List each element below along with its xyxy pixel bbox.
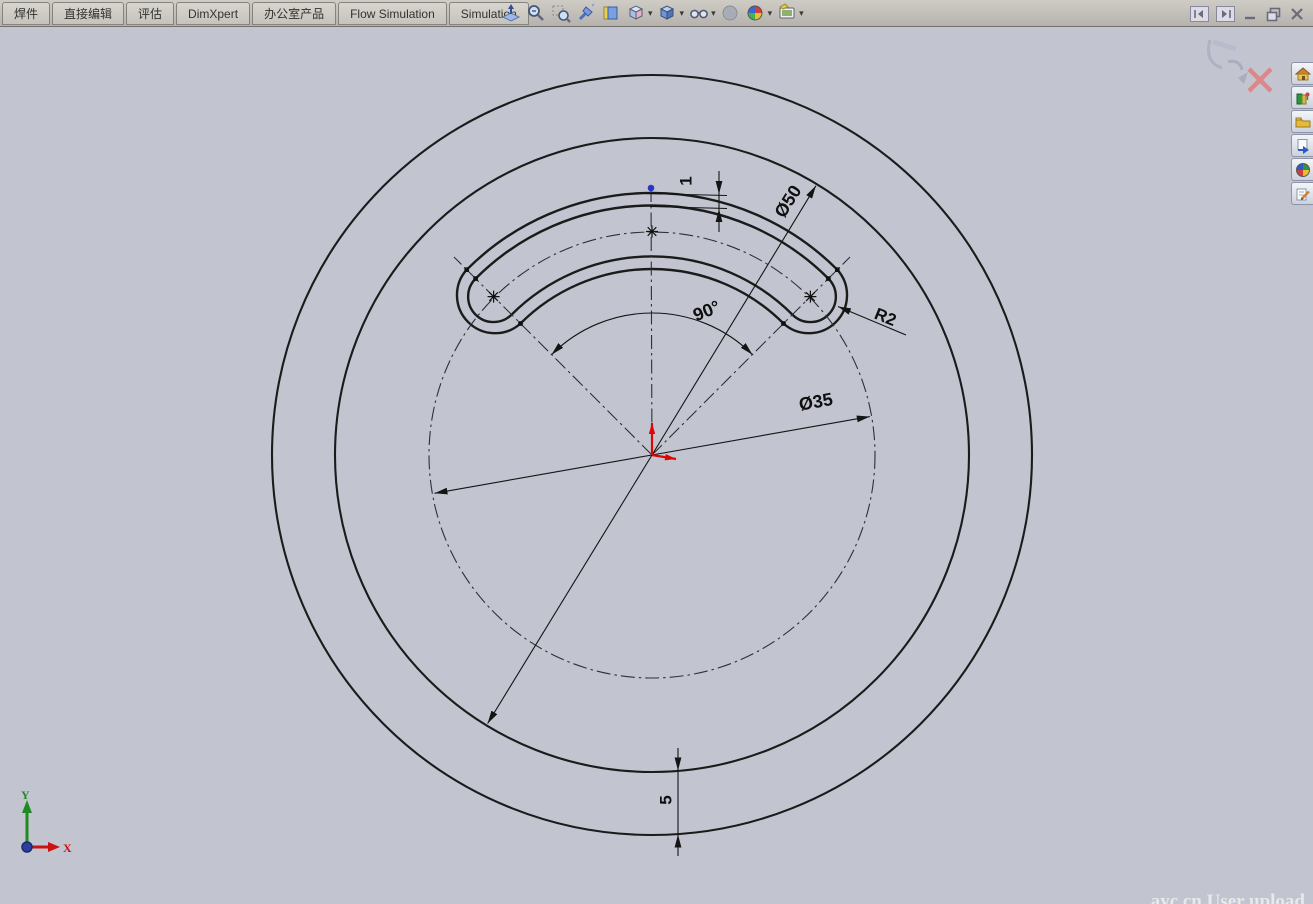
design-library-tab[interactable] [1291,86,1313,109]
dim-pitch-diameter[interactable]: Ø35 [797,389,834,415]
confirmation-corner [1209,40,1272,91]
dim-wall-offset[interactable]: 1 [676,176,695,185]
dim-slot-angle[interactable]: 90° [690,296,723,325]
hide-show-items-dropdown[interactable]: ▾ [711,9,716,18]
section-view-icon[interactable] [600,3,621,24]
zoom-to-area-icon[interactable] [550,3,571,24]
hide-show-items-icon[interactable] [688,3,709,24]
minimize-button[interactable] [1242,6,1258,22]
graphics-area[interactable]: 1 Ø50 Ø35 90° R2 5 [0,27,1313,904]
command-tabs: 焊件 直接编辑 评估 DimXpert 办公室产品 Flow Simulatio… [2,2,529,25]
edit-appearance-icon[interactable] [745,3,766,24]
slot-inner-profile[interactable] [468,206,836,323]
appearances-tab[interactable] [1291,158,1313,181]
triad-y-label: Y [21,788,30,802]
sketch-point-blue[interactable] [648,185,655,192]
appearances-sphere-icon [1295,162,1311,178]
custom-properties-tab[interactable] [1291,182,1313,205]
display-style-dropdown[interactable]: ▾ [680,9,685,18]
home-icon [1295,66,1311,82]
dim-ring-width[interactable]: 5 [656,795,675,804]
dim-inner-diameter[interactable]: Ø50 [770,182,805,221]
triad-z-axis-dot [22,842,32,852]
close-button[interactable] [1289,6,1305,22]
tab-direct-editing[interactable]: 直接编辑 [52,2,124,25]
dim-slot-end-radius[interactable]: R2 [872,304,899,330]
left-45-centerline[interactable] [454,257,652,455]
folder-icon [1295,114,1311,130]
reference-triad: Y X [21,788,72,855]
display-style-icon[interactable] [657,3,678,24]
solidworks-resources-tab[interactable] [1291,62,1313,85]
view-palette-icon [1295,138,1311,154]
toggle-left-pane-button[interactable] [1190,6,1209,22]
tab-office-products[interactable]: 办公室产品 [252,2,336,25]
triad-x-label: X [63,841,72,855]
view-orientation-dropdown[interactable]: ▾ [648,9,653,18]
tab-dimxpert[interactable]: DimXpert [176,2,250,25]
view-orientation-icon[interactable] [625,3,646,24]
tab-flow-simulation[interactable]: Flow Simulation [338,2,447,25]
confirm-sketch-icon[interactable] [1209,40,1249,84]
edit-appearance-dropdown[interactable]: ▾ [768,9,773,18]
tab-weldments[interactable]: 焊件 [2,2,50,25]
confirm-cancel-icon[interactable] [1249,69,1271,91]
task-pane-tabs [1291,62,1313,205]
heads-up-view-toolbar: ▾ ▾ ▾ ▾ [500,0,804,26]
tab-evaluate[interactable]: 评估 [126,2,174,25]
command-manager-bar: 焊件 直接编辑 评估 DimXpert 办公室产品 Flow Simulatio… [0,0,1313,27]
dimension-lines [435,171,907,856]
view-palette-tab[interactable] [1291,134,1313,157]
apply-scene-dropdown[interactable]: ▾ [799,9,804,18]
design-library-icon [1295,90,1311,106]
zoom-to-fit-icon[interactable] [500,3,521,24]
sketch-drawing: 1 Ø50 Ø35 90° R2 5 [0,27,1313,904]
sketch-origin[interactable] [652,423,676,459]
file-explorer-tab[interactable] [1291,110,1313,133]
window-controls [1190,3,1305,25]
realview-icon[interactable] [720,3,741,24]
restore-button[interactable] [1265,6,1282,22]
apply-scene-icon[interactable] [776,3,797,24]
toggle-right-pane-button[interactable] [1216,6,1235,22]
previous-view-icon[interactable] [575,3,596,24]
solidworks-window: 1 Ø50 Ø35 90° R2 5 [0,0,1313,904]
custom-properties-icon [1295,186,1311,202]
zoom-in-out-icon[interactable] [525,3,546,24]
watermark-text: ayc.cn User upload [1151,891,1305,904]
